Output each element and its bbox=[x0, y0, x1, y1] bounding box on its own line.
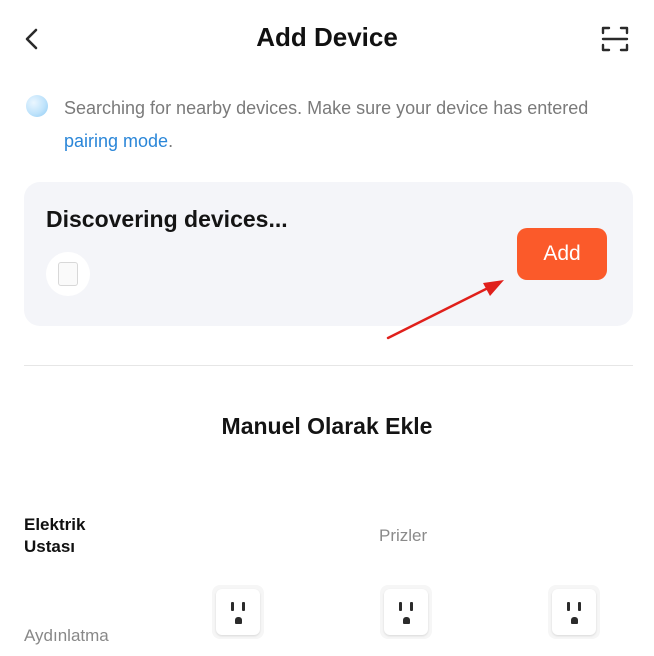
notice-text: Searching for nearby devices. Make sure … bbox=[64, 92, 624, 158]
scan-button[interactable] bbox=[598, 22, 632, 56]
category-item-aydinlatma[interactable]: Aydınlatma bbox=[24, 626, 109, 646]
outlet-icon bbox=[384, 589, 428, 635]
manual-add-title: Manuel Olarak Ekle bbox=[221, 413, 433, 439]
device-icon bbox=[58, 262, 78, 286]
product-outlet[interactable] bbox=[212, 585, 264, 639]
outlet-icon bbox=[552, 589, 596, 635]
discovery-card: Discovering devices... Add bbox=[24, 182, 633, 326]
page-title: Add Device bbox=[256, 22, 398, 52]
annotation-arrow-icon bbox=[386, 280, 504, 340]
notice-message: Searching for nearby devices. Make sure … bbox=[64, 98, 589, 118]
notice-suffix: . bbox=[168, 131, 174, 151]
product-outlet[interactable] bbox=[548, 585, 600, 639]
discovery-title: Discovering devices... bbox=[46, 206, 288, 232]
header-bar: Add Device bbox=[0, 0, 654, 78]
category-sidebar: Elektrik Ustası Aydınlatma bbox=[24, 514, 164, 645]
searching-indicator-icon bbox=[26, 95, 48, 117]
subcategory-label: Prizler bbox=[379, 526, 428, 545]
product-outlet[interactable] bbox=[380, 585, 432, 639]
section-divider bbox=[24, 365, 633, 366]
category-item-elektrik-ustasi[interactable]: Elektrik Ustası bbox=[24, 514, 164, 558]
pairing-mode-link[interactable]: pairing mode bbox=[64, 131, 168, 151]
scan-icon bbox=[601, 26, 629, 52]
discovered-device-thumbnail[interactable] bbox=[46, 252, 90, 296]
outlet-icon bbox=[216, 589, 260, 635]
add-button[interactable]: Add bbox=[517, 228, 607, 280]
